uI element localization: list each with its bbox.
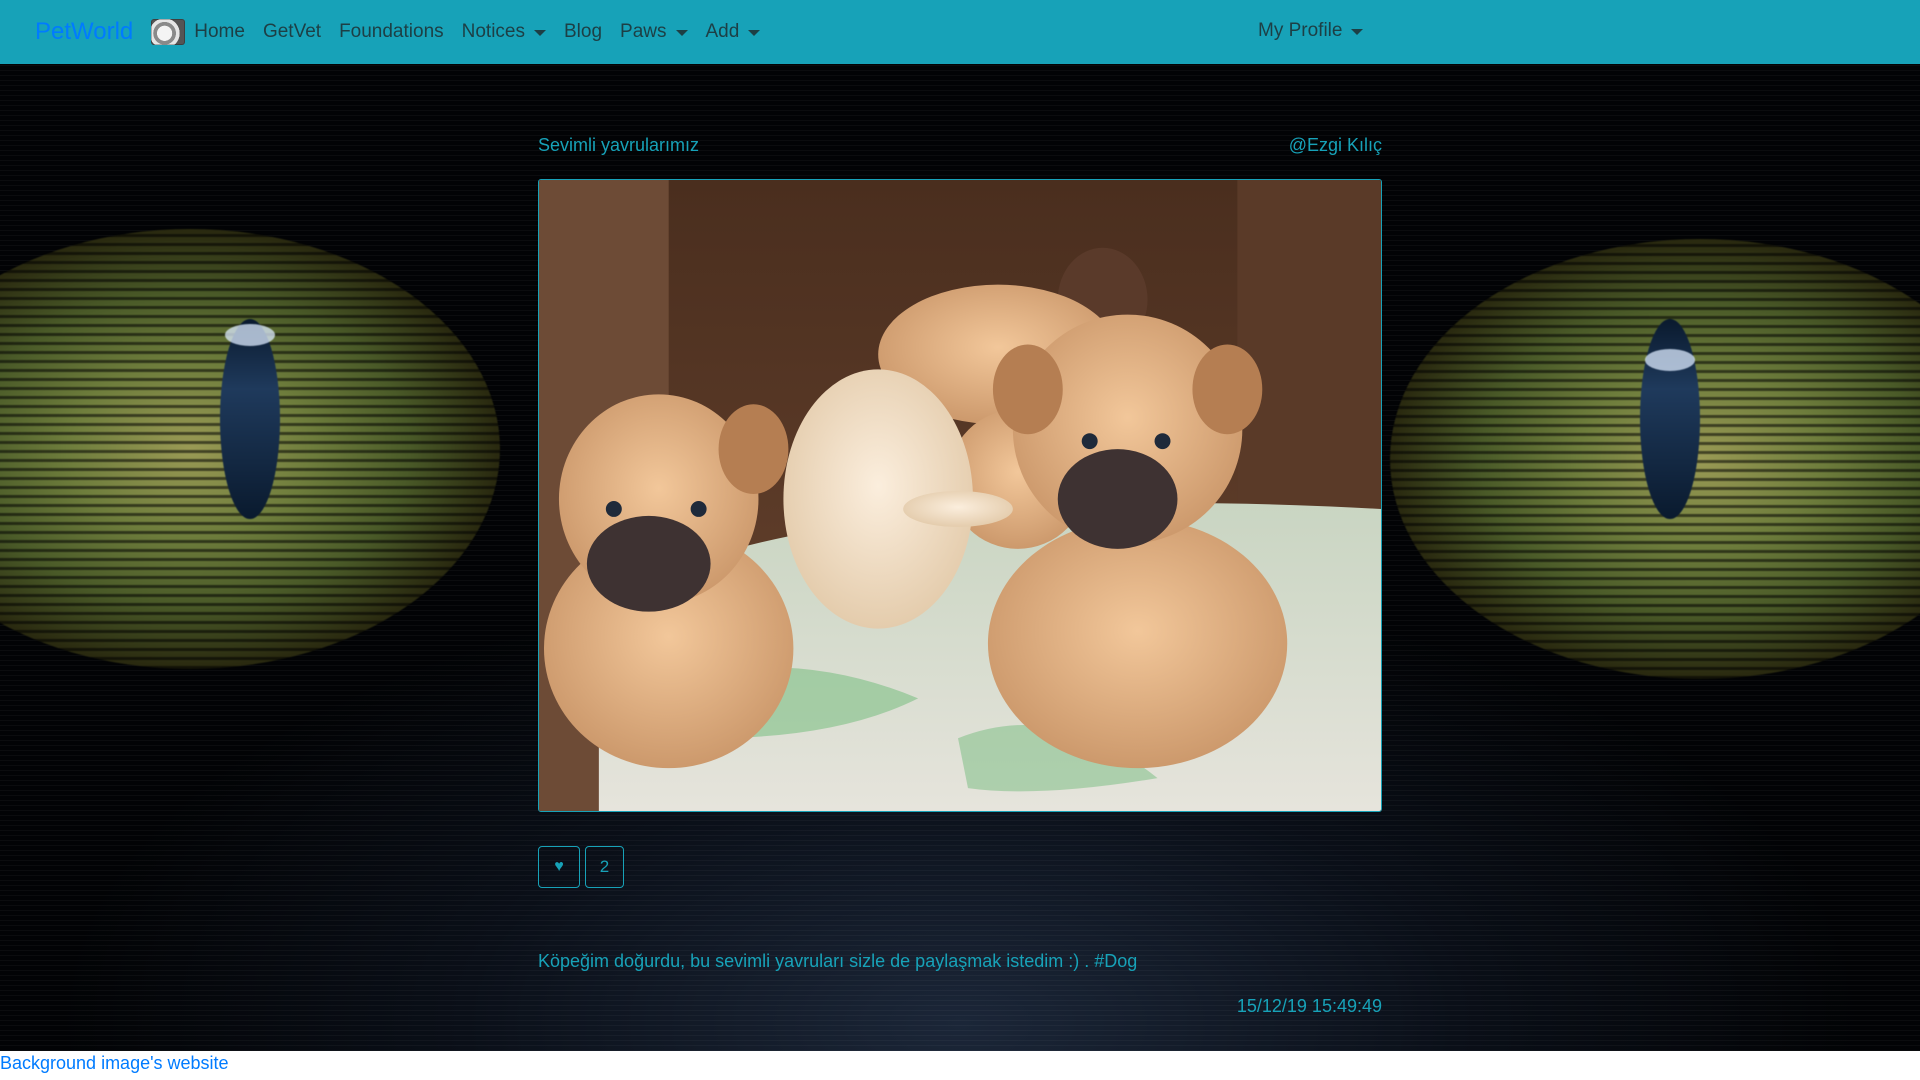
cat-eye-right xyxy=(1390,239,1920,679)
like-button[interactable]: ♥ xyxy=(538,846,580,888)
cat-eye-left xyxy=(0,229,500,669)
nav-item-paws[interactable]: Paws xyxy=(620,21,688,43)
top-navbar: PetWorld Home GetVet Foundations Notices… xyxy=(0,0,1920,64)
puppy-ear xyxy=(992,344,1063,435)
nav-item-getvet[interactable]: GetVet xyxy=(263,21,321,43)
puppy-right-body xyxy=(987,518,1288,769)
post-date: 15/12/19 15:49:49 xyxy=(1236,996,1382,1016)
puppy-eye xyxy=(1154,433,1171,450)
puppy-eye xyxy=(605,500,622,517)
nav-item-foundations[interactable]: Foundations xyxy=(339,21,444,43)
puppies-photo xyxy=(539,180,1381,811)
puppy-eye xyxy=(1081,433,1098,450)
brand-logo[interactable] xyxy=(151,19,186,45)
caret-down-icon xyxy=(1351,29,1364,35)
background-source-link[interactable]: Background image's website xyxy=(0,1053,229,1074)
puppy-tail xyxy=(903,491,1013,527)
nav-item-label: Notices xyxy=(461,21,525,42)
puppy-ear xyxy=(718,404,789,495)
caret-down-icon xyxy=(534,30,546,36)
nav-item-label: GetVet xyxy=(262,21,322,42)
brand-link[interactable]: PetWorld xyxy=(35,18,133,46)
nav-item-label: Paws xyxy=(620,21,667,42)
puppy-ear xyxy=(1192,344,1263,435)
profile-label: My Profile xyxy=(1258,20,1343,41)
post-text: Köpeğim doğurdu, bu sevimli yavruları si… xyxy=(538,951,1138,971)
nav-item-notices[interactable]: Notices xyxy=(462,21,546,43)
puppy-eye xyxy=(690,500,707,517)
nav-item-home[interactable]: Home xyxy=(194,21,245,43)
puppy-left-muzzle xyxy=(586,515,711,612)
nav-item-add[interactable]: Add xyxy=(706,21,761,43)
heart-icon: ♥ xyxy=(554,858,564,875)
nav-item-blog[interactable]: Blog xyxy=(564,21,602,43)
nav-item-label: Add xyxy=(705,21,740,42)
puppy-right-muzzle xyxy=(1057,449,1178,549)
post-author-link[interactable]: @Ezgi Kılıç xyxy=(1289,135,1382,156)
pupil xyxy=(220,319,280,519)
nav-item-label: Blog xyxy=(564,21,603,42)
caret-down-icon xyxy=(675,30,688,36)
nav-item-label: Foundations xyxy=(339,21,444,42)
my-profile-dropdown[interactable]: My Profile xyxy=(1258,20,1364,42)
post-title: Sevimli yavrularımız xyxy=(538,135,700,155)
eye-glint xyxy=(1645,349,1695,371)
eye-glint xyxy=(225,324,275,346)
nav-item-label: Home xyxy=(194,21,245,42)
caret-down-icon xyxy=(748,30,761,36)
like-count-button[interactable]: 2 xyxy=(585,846,624,888)
post-photo[interactable] xyxy=(538,179,1382,812)
